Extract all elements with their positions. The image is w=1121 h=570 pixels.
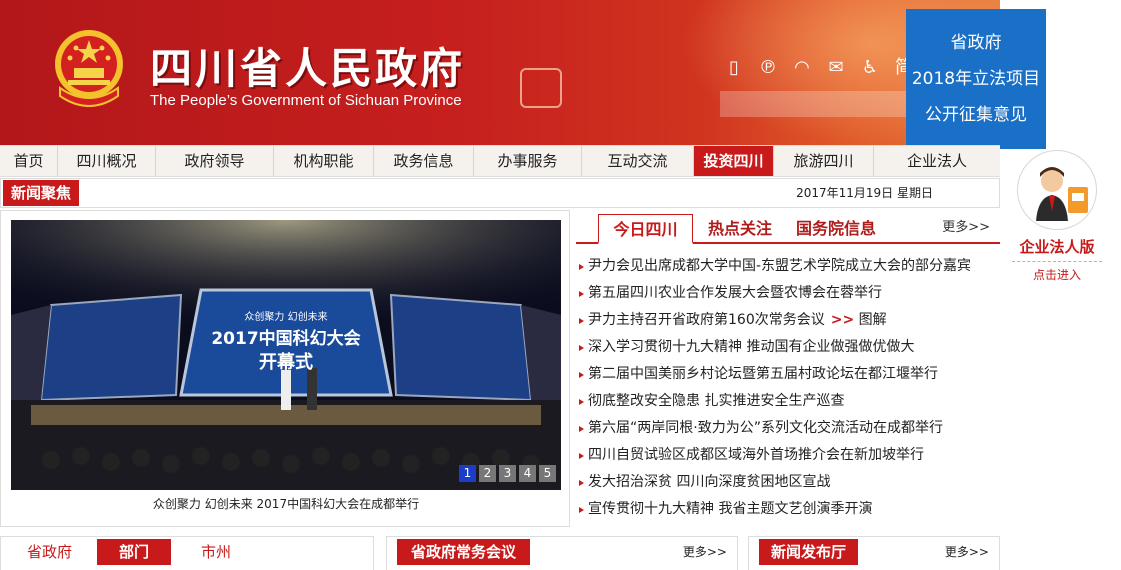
news-item[interactable]: 第五届四川农业合作发展大会暨农博会在蓉举行 <box>576 280 1000 307</box>
photo-slider: 众创聚力 幻创未来 2017中国科幻大会 开幕式 1 2 3 4 5 众创聚力 … <box>0 210 570 527</box>
badge-sub: 点击进入 <box>1012 261 1102 283</box>
pager-3[interactable]: 3 <box>499 465 516 482</box>
news-item[interactable]: 深入学习贯彻十九大精神 推动国有企业做强做优做大 <box>576 334 1000 361</box>
header-tools: ▯ ℗ ◠ ✉ ♿ 简 <box>722 56 916 80</box>
nav-institutions[interactable]: 机构职能 <box>274 146 374 176</box>
news-panel: 今日四川 热点关注 国务院信息 更多>> 尹力会见出席成都大学中国-东盟艺术学院… <box>576 210 1000 527</box>
tab-provincial-gov[interactable]: 省政府 <box>27 539 72 565</box>
rss-icon[interactable]: ◠ <box>790 56 814 80</box>
nav-invest[interactable]: 投资四川 <box>694 146 774 176</box>
slider-pager: 1 2 3 4 5 <box>459 465 556 482</box>
news-focus-tag: 新闻聚焦 <box>3 180 80 206</box>
site-title: 四川省人民政府 <box>150 44 466 93</box>
press-room-more[interactable]: 更多>> <box>945 543 989 560</box>
executive-meeting-title[interactable]: 省政府常务会议 <box>397 539 531 565</box>
pager-2[interactable]: 2 <box>479 465 496 482</box>
seal-logo <box>520 68 562 108</box>
nav-leaders[interactable]: 政府领导 <box>156 146 274 176</box>
press-room-title[interactable]: 新闻发布厅 <box>759 539 859 565</box>
notice-line2: 2018年立法项目 <box>911 69 1041 89</box>
tab-departments[interactable]: 部门 <box>97 539 172 565</box>
notice-line3: 公开征集意见 <box>925 105 1027 125</box>
slider-image[interactable]: 众创聚力 幻创未来 2017中国科幻大会 开幕式 <box>11 220 561 490</box>
executive-meeting-box: 省政府常务会议 更多>> <box>386 536 738 570</box>
pager-5[interactable]: 5 <box>539 465 556 482</box>
nav-home[interactable]: 首页 <box>0 146 58 176</box>
businessman-icon <box>1017 150 1097 230</box>
national-emblem-icon <box>55 30 123 107</box>
screen-text-top: 众创聚力 幻创未来 <box>244 312 328 323</box>
press-room-box: 新闻发布厅 更多>> <box>748 536 1000 570</box>
nav-services[interactable]: 办事服务 <box>474 146 582 176</box>
nav-gov-info[interactable]: 政务信息 <box>374 146 474 176</box>
news-list: 尹力会见出席成都大学中国-东盟艺术学院成立大会的部分嘉宾 第五届四川农业合作发展… <box>576 253 1000 523</box>
legislation-notice-banner[interactable]: 省政府 2018年立法项目 公开征集意见 <box>906 9 1046 149</box>
nav-overview[interactable]: 四川概况 <box>58 146 156 176</box>
news-item-with-graphic[interactable]: 尹力主持召开省政府第160次常务会议 >> 图解 <box>576 307 1000 334</box>
screen-text-main: 2017中国科幻大会 <box>211 329 361 349</box>
site-subtitle: The People’s Government of Sichuan Provi… <box>150 92 462 109</box>
news-item[interactable]: 发大招治深贫 四川向深度贫困地区宣战 <box>576 469 1000 496</box>
current-date: 2017年11月19日 星期日 <box>796 186 933 200</box>
news-item[interactable]: 彻底整改安全隐患 扎实推进安全生产巡查 <box>576 388 1000 415</box>
main-nav: 首页 四川概况 政府领导 机构职能 政务信息 办事服务 互动交流 投资四川 旅游… <box>0 145 1000 177</box>
slider-caption[interactable]: 众创聚力 幻创未来 2017中国科幻大会在成都举行 <box>1 495 571 512</box>
news-tabs: 今日四川 热点关注 国务院信息 更多>> <box>576 210 1000 244</box>
pager-4[interactable]: 4 <box>519 465 536 482</box>
gov-tabs-box: 省政府 部门 市州 <box>0 536 374 570</box>
news-focus-bar: 新闻聚焦 2017年11月19日 星期日 <box>0 178 1000 208</box>
nav-tourism[interactable]: 旅游四川 <box>774 146 874 176</box>
infographic-link[interactable]: >> 图解 <box>831 312 887 328</box>
news-item[interactable]: 第二届中国美丽乡村论坛暨第五届村政论坛在都江堰举行 <box>576 361 1000 388</box>
search-input[interactable] <box>720 91 910 117</box>
news-item[interactable]: 宣传贯彻十九大精神 我省主题文艺创演季开演 <box>576 496 1000 523</box>
news-more-link[interactable]: 更多>> <box>942 216 990 235</box>
tab-hot-topics[interactable]: 热点关注 <box>708 214 772 244</box>
site-header: 四川省人民政府 The People’s Government of Sichu… <box>0 0 1000 145</box>
mail-icon[interactable]: ✉ <box>824 56 848 80</box>
accessibility-icon[interactable]: ♿ <box>858 56 882 80</box>
tab-today-sichuan[interactable]: 今日四川 <box>598 214 693 244</box>
nav-interaction[interactable]: 互动交流 <box>582 146 694 176</box>
notice-line1: 省政府 <box>950 33 1002 53</box>
news-item[interactable]: 第六届“两岸同根·致力为公”系列文化交流活动在成都举行 <box>576 415 1000 442</box>
news-item-text[interactable]: 尹力主持召开省政府第160次常务会议 <box>588 312 825 328</box>
pager-1[interactable]: 1 <box>459 465 476 482</box>
infographic-label: 图解 <box>858 312 887 328</box>
tab-state-council[interactable]: 国务院信息 <box>796 214 876 244</box>
executive-meeting-more[interactable]: 更多>> <box>683 543 727 560</box>
badge-title: 企业法人版 <box>1019 238 1095 256</box>
tab-cities[interactable]: 市州 <box>201 539 231 565</box>
mobile-icon[interactable]: ▯ <box>722 56 746 80</box>
screen-text-sub: 开幕式 <box>259 352 313 373</box>
enterprise-edition-badge[interactable]: 企业法人版 点击进入 <box>1012 150 1102 283</box>
nav-enterprise[interactable]: 企业法人 <box>874 146 1000 176</box>
news-item[interactable]: 四川自贸试验区成都区域海外首场推介会在新加坡举行 <box>576 442 1000 469</box>
news-item[interactable]: 尹力会见出席成都大学中国-东盟艺术学院成立大会的部分嘉宾 <box>576 253 1000 280</box>
weibo-icon[interactable]: ℗ <box>756 56 780 80</box>
